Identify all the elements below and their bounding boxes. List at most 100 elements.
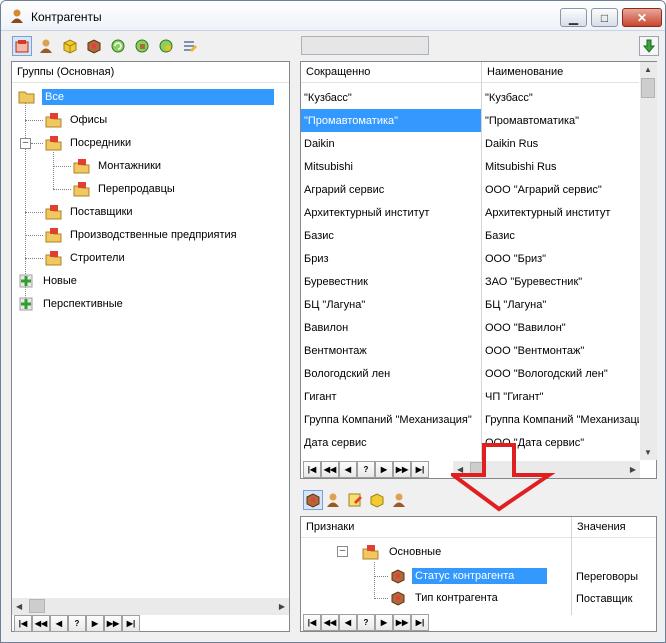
edit-list-button[interactable] <box>180 36 200 56</box>
attr-value-type[interactable]: Поставщик <box>573 587 655 610</box>
scroll-thumb[interactable] <box>641 78 655 98</box>
attr-value-status[interactable]: Переговоры <box>573 565 655 588</box>
nav-help-button[interactable]: ? <box>357 614 375 631</box>
table-row-name[interactable]: ЧП "Гигант" <box>482 385 639 408</box>
close-button[interactable]: ✕ <box>622 8 662 27</box>
nav-prev-page-button[interactable]: ◀◀ <box>321 461 339 478</box>
nav-first-button[interactable]: |◀ <box>303 614 321 631</box>
table-row-short[interactable]: Вологодский лен <box>301 362 481 385</box>
tree-node-suppliers[interactable]: Поставщики <box>45 201 136 223</box>
attr-box-button[interactable] <box>367 490 387 510</box>
table-row-short[interactable]: Архитектурный институт <box>301 201 481 224</box>
table-row-short[interactable]: Группа Компаний "Механизация" <box>301 408 481 431</box>
table-row-name[interactable]: ООО "Вологодский лен" <box>482 362 639 385</box>
table-row-short[interactable]: Daikin <box>301 132 481 155</box>
attr-person-button[interactable] <box>323 490 343 510</box>
nav-prev-button[interactable]: ◀ <box>50 615 68 632</box>
nav-first-button[interactable]: |◀ <box>14 615 32 632</box>
nav-next-button[interactable]: ▶ <box>86 615 104 632</box>
scroll-thumb[interactable] <box>29 599 45 613</box>
col-header-short[interactable]: Сокращенно <box>301 62 482 83</box>
table-row-short[interactable]: "Кузбасс" <box>301 86 481 109</box>
tree-node-installers[interactable]: Монтажники <box>73 155 164 177</box>
box-button[interactable] <box>60 36 80 56</box>
nav-next-page-button[interactable]: ▶▶ <box>104 615 122 632</box>
nav-last-button[interactable]: ▶| <box>411 461 429 478</box>
scroll-right-icon[interactable]: ▶ <box>279 602 285 611</box>
refresh-button[interactable] <box>108 36 128 56</box>
package-button[interactable] <box>84 36 104 56</box>
table-row-name[interactable]: БЦ "Лагуна" <box>482 293 639 316</box>
groups-hscrollbar[interactable]: ◀ ▶ <box>12 598 289 615</box>
table-row-short[interactable]: Гигант <box>301 385 481 408</box>
search-input[interactable] <box>301 36 429 55</box>
tree-node-resellers[interactable]: Перепродавцы <box>73 178 178 200</box>
tree-node-manufacturers[interactable]: Производственные предприятия <box>45 224 240 246</box>
attr-row-status[interactable]: Статус контрагента <box>390 565 548 587</box>
collapse-toggle[interactable]: – <box>20 138 31 149</box>
maximize-button[interactable]: □ <box>591 8 618 27</box>
table-row-name[interactable]: "Кузбасс" <box>482 86 639 109</box>
person-button[interactable] <box>36 36 56 56</box>
table-row-name[interactable]: Базис <box>482 224 639 247</box>
refresh-money-button[interactable] <box>156 36 176 56</box>
tree-node-intermediaries[interactable]: Посредники <box>45 132 134 154</box>
table-row-name[interactable]: ООО "Аграрий сервис" <box>482 178 639 201</box>
attr-note-button[interactable] <box>345 490 365 510</box>
nav-next-page-button[interactable]: ▶▶ <box>393 614 411 631</box>
nav-next-button[interactable]: ▶ <box>375 614 393 631</box>
table-row-short[interactable]: Вентмонтаж <box>301 339 481 362</box>
attr-package-button[interactable] <box>303 490 323 510</box>
nav-first-button[interactable]: |◀ <box>303 461 321 478</box>
tree-node-all[interactable]: Все <box>18 86 274 108</box>
table-row-name[interactable]: Архитектурный институт <box>482 201 639 224</box>
tree-node-builders[interactable]: Строители <box>45 247 128 269</box>
contractors-vscrollbar[interactable]: ▲ ▼ <box>640 62 657 460</box>
table-row-short[interactable]: Буревестник <box>301 270 481 293</box>
nav-next-button[interactable]: ▶ <box>375 461 393 478</box>
nav-prev-page-button[interactable]: ◀◀ <box>321 614 339 631</box>
table-row-name[interactable]: "Промавтоматика" <box>482 109 639 132</box>
new-card-button[interactable] <box>12 36 32 56</box>
scroll-up-icon[interactable]: ▲ <box>644 65 652 74</box>
table-row-short[interactable]: Бриз <box>301 247 481 270</box>
tree-node-offices[interactable]: Офисы <box>45 109 110 131</box>
nav-prev-button[interactable]: ◀ <box>339 614 357 631</box>
scroll-down-icon[interactable]: ▼ <box>644 448 652 457</box>
table-row-short[interactable]: Аграрий сервис <box>301 178 481 201</box>
table-row-name[interactable]: ООО "Вавилон" <box>482 316 639 339</box>
col-header-attributes[interactable]: Признаки <box>301 517 571 538</box>
nav-help-button[interactable]: ? <box>68 615 86 632</box>
nav-prev-page-button[interactable]: ◀◀ <box>32 615 50 632</box>
scroll-left-icon[interactable]: ◀ <box>16 602 22 611</box>
tree-node-new[interactable]: Новые <box>18 270 80 292</box>
attr-group-main[interactable]: Основные <box>362 541 444 563</box>
nav-help-button[interactable]: ? <box>357 461 375 478</box>
table-row-name[interactable]: Mitsubishi Rus <box>482 155 639 178</box>
col-header-name[interactable]: Наименование <box>482 62 639 83</box>
nav-last-button[interactable]: ▶| <box>122 615 140 632</box>
table-row-short[interactable]: Mitsubishi <box>301 155 481 178</box>
table-row-short[interactable]: Базис <box>301 224 481 247</box>
nav-last-button[interactable]: ▶| <box>411 614 429 631</box>
attr-person2-button[interactable] <box>389 490 409 510</box>
table-row-name[interactable]: Daikin Rus <box>482 132 639 155</box>
col-header-values[interactable]: Значения <box>572 517 656 538</box>
table-row-name[interactable]: ООО "Вентмонтаж" <box>482 339 639 362</box>
table-row-name[interactable]: ЗАО "Буревестник" <box>482 270 639 293</box>
table-row-name[interactable]: ООО "Бриз" <box>482 247 639 270</box>
attr-row-type[interactable]: Тип контрагента <box>390 587 501 609</box>
download-button[interactable] <box>639 36 659 56</box>
table-row-short[interactable]: Вавилон <box>301 316 481 339</box>
minimize-button[interactable]: ▁ <box>560 8 587 27</box>
table-row-name[interactable]: Группа Компаний "Механизация" <box>482 408 639 431</box>
nav-next-page-button[interactable]: ▶▶ <box>393 461 411 478</box>
scroll-right-icon[interactable]: ▶ <box>630 465 636 474</box>
table-row-short[interactable]: "Промавтоматика" <box>301 109 481 132</box>
nav-prev-button[interactable]: ◀ <box>339 461 357 478</box>
table-row-short[interactable]: БЦ "Лагуна" <box>301 293 481 316</box>
refresh-box-button[interactable] <box>132 36 152 56</box>
title-bar[interactable]: Контрагенты ▁ □ ✕ <box>1 1 665 31</box>
tree-node-prospective[interactable]: Перспективные <box>18 293 126 315</box>
collapse-toggle[interactable]: – <box>337 546 348 557</box>
